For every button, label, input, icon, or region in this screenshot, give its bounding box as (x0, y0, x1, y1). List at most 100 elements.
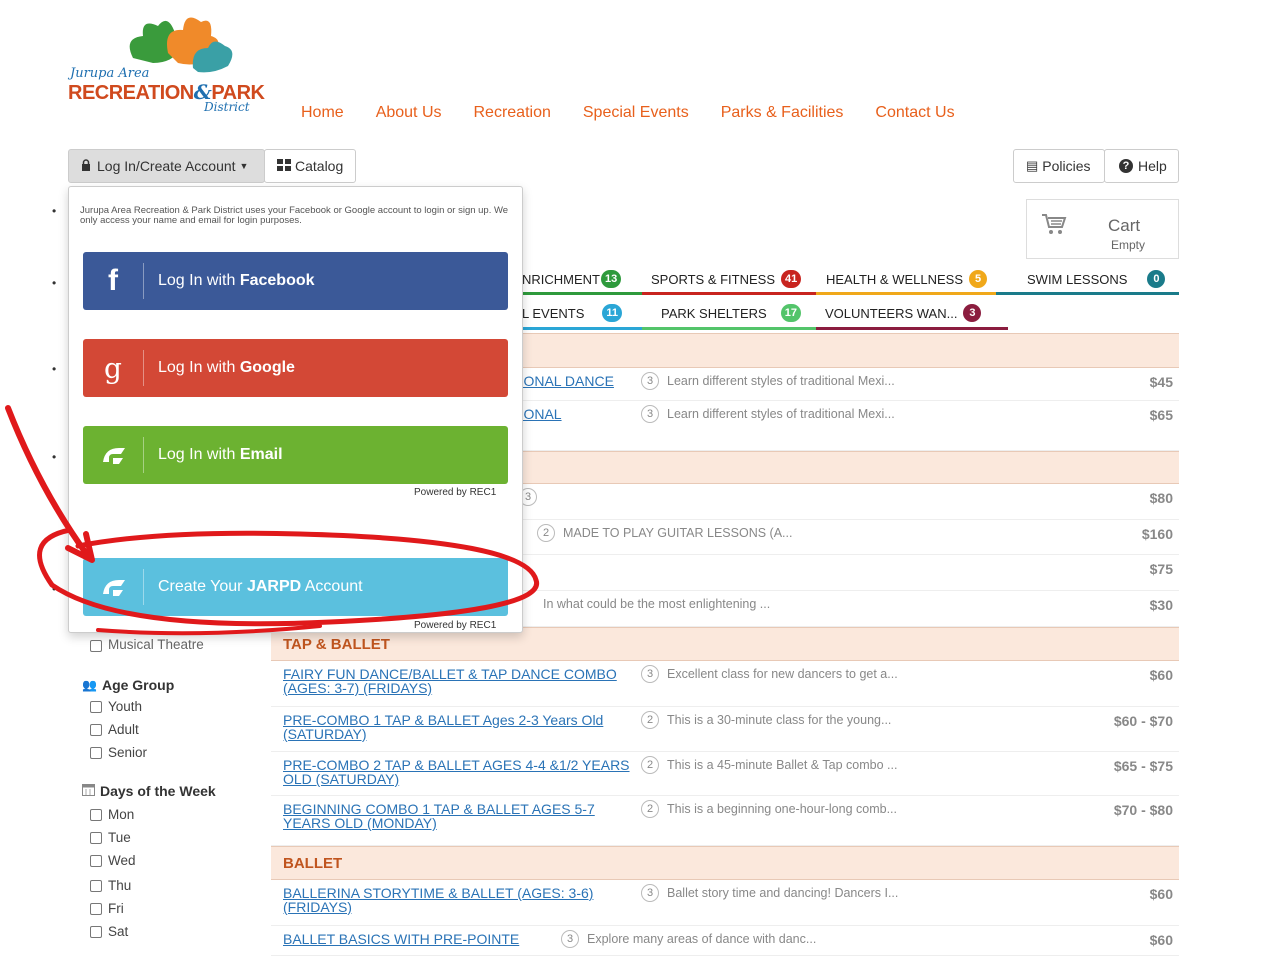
checkbox[interactable] (90, 854, 102, 867)
session-count: 3 (561, 930, 579, 948)
program-description: In what could be the most enlightening .… (543, 597, 771, 611)
filter-musical-theatre[interactable]: Musical Theatre (90, 638, 204, 652)
tab-swim-lessons[interactable]: SWIM LESSONS 0 (996, 266, 1179, 295)
checkbox[interactable] (90, 808, 102, 821)
checkbox[interactable] (90, 879, 102, 892)
logo-line4: District (204, 100, 250, 114)
filter-tue[interactable]: Tue (90, 830, 131, 845)
nav-parks-facilities[interactable]: Parks & Facilities (721, 104, 844, 122)
filter-wed[interactable]: Wed (90, 853, 136, 868)
checkbox[interactable] (90, 925, 102, 938)
nav-special-events[interactable]: Special Events (583, 104, 689, 122)
login-create-account-button[interactable]: Log In/Create Account ▼ (68, 149, 265, 183)
program-title-link[interactable]: BALLET BASICS WITH PRE-POINTE (283, 932, 519, 946)
tab-label: NRICHMENT (522, 271, 600, 287)
program-price: $60 - $70 (1113, 713, 1173, 729)
session-count: 3 (641, 884, 659, 902)
main-nav: Home About Us Recreation Special Events … (301, 104, 955, 122)
filter-header-label: Days of the Week (100, 783, 216, 799)
table-row[interactable]: BALLERINA STORYTIME & BALLET (AGES: 3-6)… (271, 880, 1179, 926)
facebook-login-button[interactable]: f Log In with Facebook (83, 252, 508, 310)
tab-volunteers-wanted[interactable]: VOLUNTEERS WAN... 3 (816, 299, 1008, 330)
table-row[interactable]: PRE-COMBO 2 TAP & BALLET AGES 4-4 &1/2 Y… (271, 752, 1179, 796)
filter-adult[interactable]: Adult (90, 722, 139, 737)
session-count: 2 (641, 800, 659, 818)
checkbox[interactable] (90, 746, 102, 759)
program-title-link[interactable]: PRE-COMBO 1 TAP & BALLET Ages 2-3 Years … (283, 713, 638, 741)
program-price: $45 (1149, 374, 1173, 390)
catalog-button[interactable]: Catalog (264, 149, 356, 183)
filter-label: Adult (108, 722, 139, 737)
program-title-link[interactable]: BEGINNING COMBO 1 TAP & BALLET AGES 5-7 … (283, 802, 638, 830)
tab-label: SPORTS & FITNESS (651, 271, 776, 287)
nav-contact-us[interactable]: Contact Us (875, 104, 954, 122)
logo-line1: Jurupa Area (70, 66, 150, 81)
caret-down-icon: ▼ (239, 161, 249, 171)
filter-label: Musical Theatre (108, 638, 204, 652)
table-row[interactable]: BEGINNING COMBO 1 TAP & BALLET AGES 5-7 … (271, 796, 1179, 846)
program-title-link[interactable]: BALLERINA STORYTIME & BALLET (AGES: 3-6)… (283, 886, 638, 914)
logo[interactable]: Jurupa Area RECREATION&PARK District (68, 8, 265, 118)
help-button[interactable]: ? Help (1104, 149, 1179, 183)
filter-fri[interactable]: Fri (90, 901, 124, 916)
label-bold: Google (239, 359, 295, 376)
checkbox[interactable] (90, 640, 102, 652)
filter-mon[interactable]: Mon (90, 807, 134, 822)
calendar-icon (82, 783, 95, 799)
age-group-header: 👥 Age Group (82, 677, 174, 693)
filter-label: Youth (108, 699, 143, 714)
session-count: 3 (641, 405, 659, 423)
facebook-login-label: Log In with Facebook (158, 272, 315, 290)
tab-label: L EVENTS (522, 305, 585, 321)
program-title-link[interactable]: PRE-COMBO 2 TAP & BALLET AGES 4-4 &1/2 Y… (283, 758, 638, 786)
nav-recreation[interactable]: Recreation (474, 104, 551, 122)
tab-label: VOLUNTEERS WAN... (825, 305, 958, 321)
program-price: $65 - $75 (1113, 758, 1173, 774)
login-label: Log In/Create Account (97, 158, 236, 174)
filter-sat[interactable]: Sat (90, 924, 128, 939)
program-price: $75 (1149, 561, 1173, 577)
nav-home[interactable]: Home (301, 104, 344, 122)
section-title: BALLET (283, 855, 343, 872)
tab-enrichment[interactable]: NRICHMENT 13 (522, 266, 642, 295)
tab-sports-fitness[interactable]: SPORTS & FITNESS 41 (642, 266, 816, 295)
tab-health-wellness[interactable]: HEALTH & WELLNESS 5 (816, 266, 996, 295)
program-price: $30 (1149, 597, 1173, 613)
tab-count-badge: 13 (601, 270, 622, 288)
program-title-link[interactable]: FAIRY FUN DANCE/BALLET & TAP DANCE COMBO… (283, 667, 638, 695)
policies-button[interactable]: ▤ Policies (1013, 149, 1105, 183)
filter-senior[interactable]: Senior (90, 745, 147, 760)
cart-icon (1041, 212, 1067, 241)
program-description: This is a 30-minute class for the young.… (667, 713, 892, 727)
table-row[interactable]: PRE-COMBO 1 TAP & BALLET Ages 2-3 Years … (271, 707, 1179, 752)
program-description: Ballet story time and dancing! Dancers I… (667, 886, 899, 900)
session-count: 2 (641, 711, 659, 729)
checkbox[interactable] (90, 700, 102, 713)
checkbox[interactable] (90, 723, 102, 736)
filter-thu[interactable]: Thu (90, 878, 131, 893)
nav-about-us[interactable]: About Us (376, 104, 442, 122)
question-circle-icon: ? (1119, 159, 1133, 173)
filter-label: Sat (108, 924, 129, 939)
table-row[interactable]: BALLET BASICS WITH PRE-POINTE 3 Explore … (271, 926, 1179, 956)
tab-count-badge: 5 (969, 270, 988, 288)
tab-park-shelters[interactable]: PARK SHELTERS 17 (642, 299, 816, 330)
bullet: • (52, 362, 57, 376)
filter-youth[interactable]: Youth (90, 699, 142, 714)
filter-label: Fri (108, 901, 124, 916)
table-row[interactable]: FAIRY FUN DANCE/BALLET & TAP DANCE COMBO… (271, 661, 1179, 707)
grid-icon (277, 158, 291, 174)
checkbox[interactable] (90, 831, 102, 844)
tab-label: HEALTH & WELLNESS (826, 271, 964, 287)
cart-widget[interactable]: Cart Empty (1026, 199, 1179, 259)
tab-special-events[interactable]: L EVENTS 11 (522, 299, 642, 330)
cart-label: Cart (1108, 216, 1141, 235)
help-label: Help (1138, 158, 1167, 174)
session-count: 3 (641, 372, 659, 390)
session-count: 2 (641, 756, 659, 774)
tab-count-badge: 3 (963, 304, 982, 322)
filter-label: Wed (108, 853, 136, 868)
program-description: Explore many areas of dance with danc... (587, 932, 817, 946)
checkbox[interactable] (90, 902, 102, 915)
label-prefix: Log In with (158, 359, 240, 376)
